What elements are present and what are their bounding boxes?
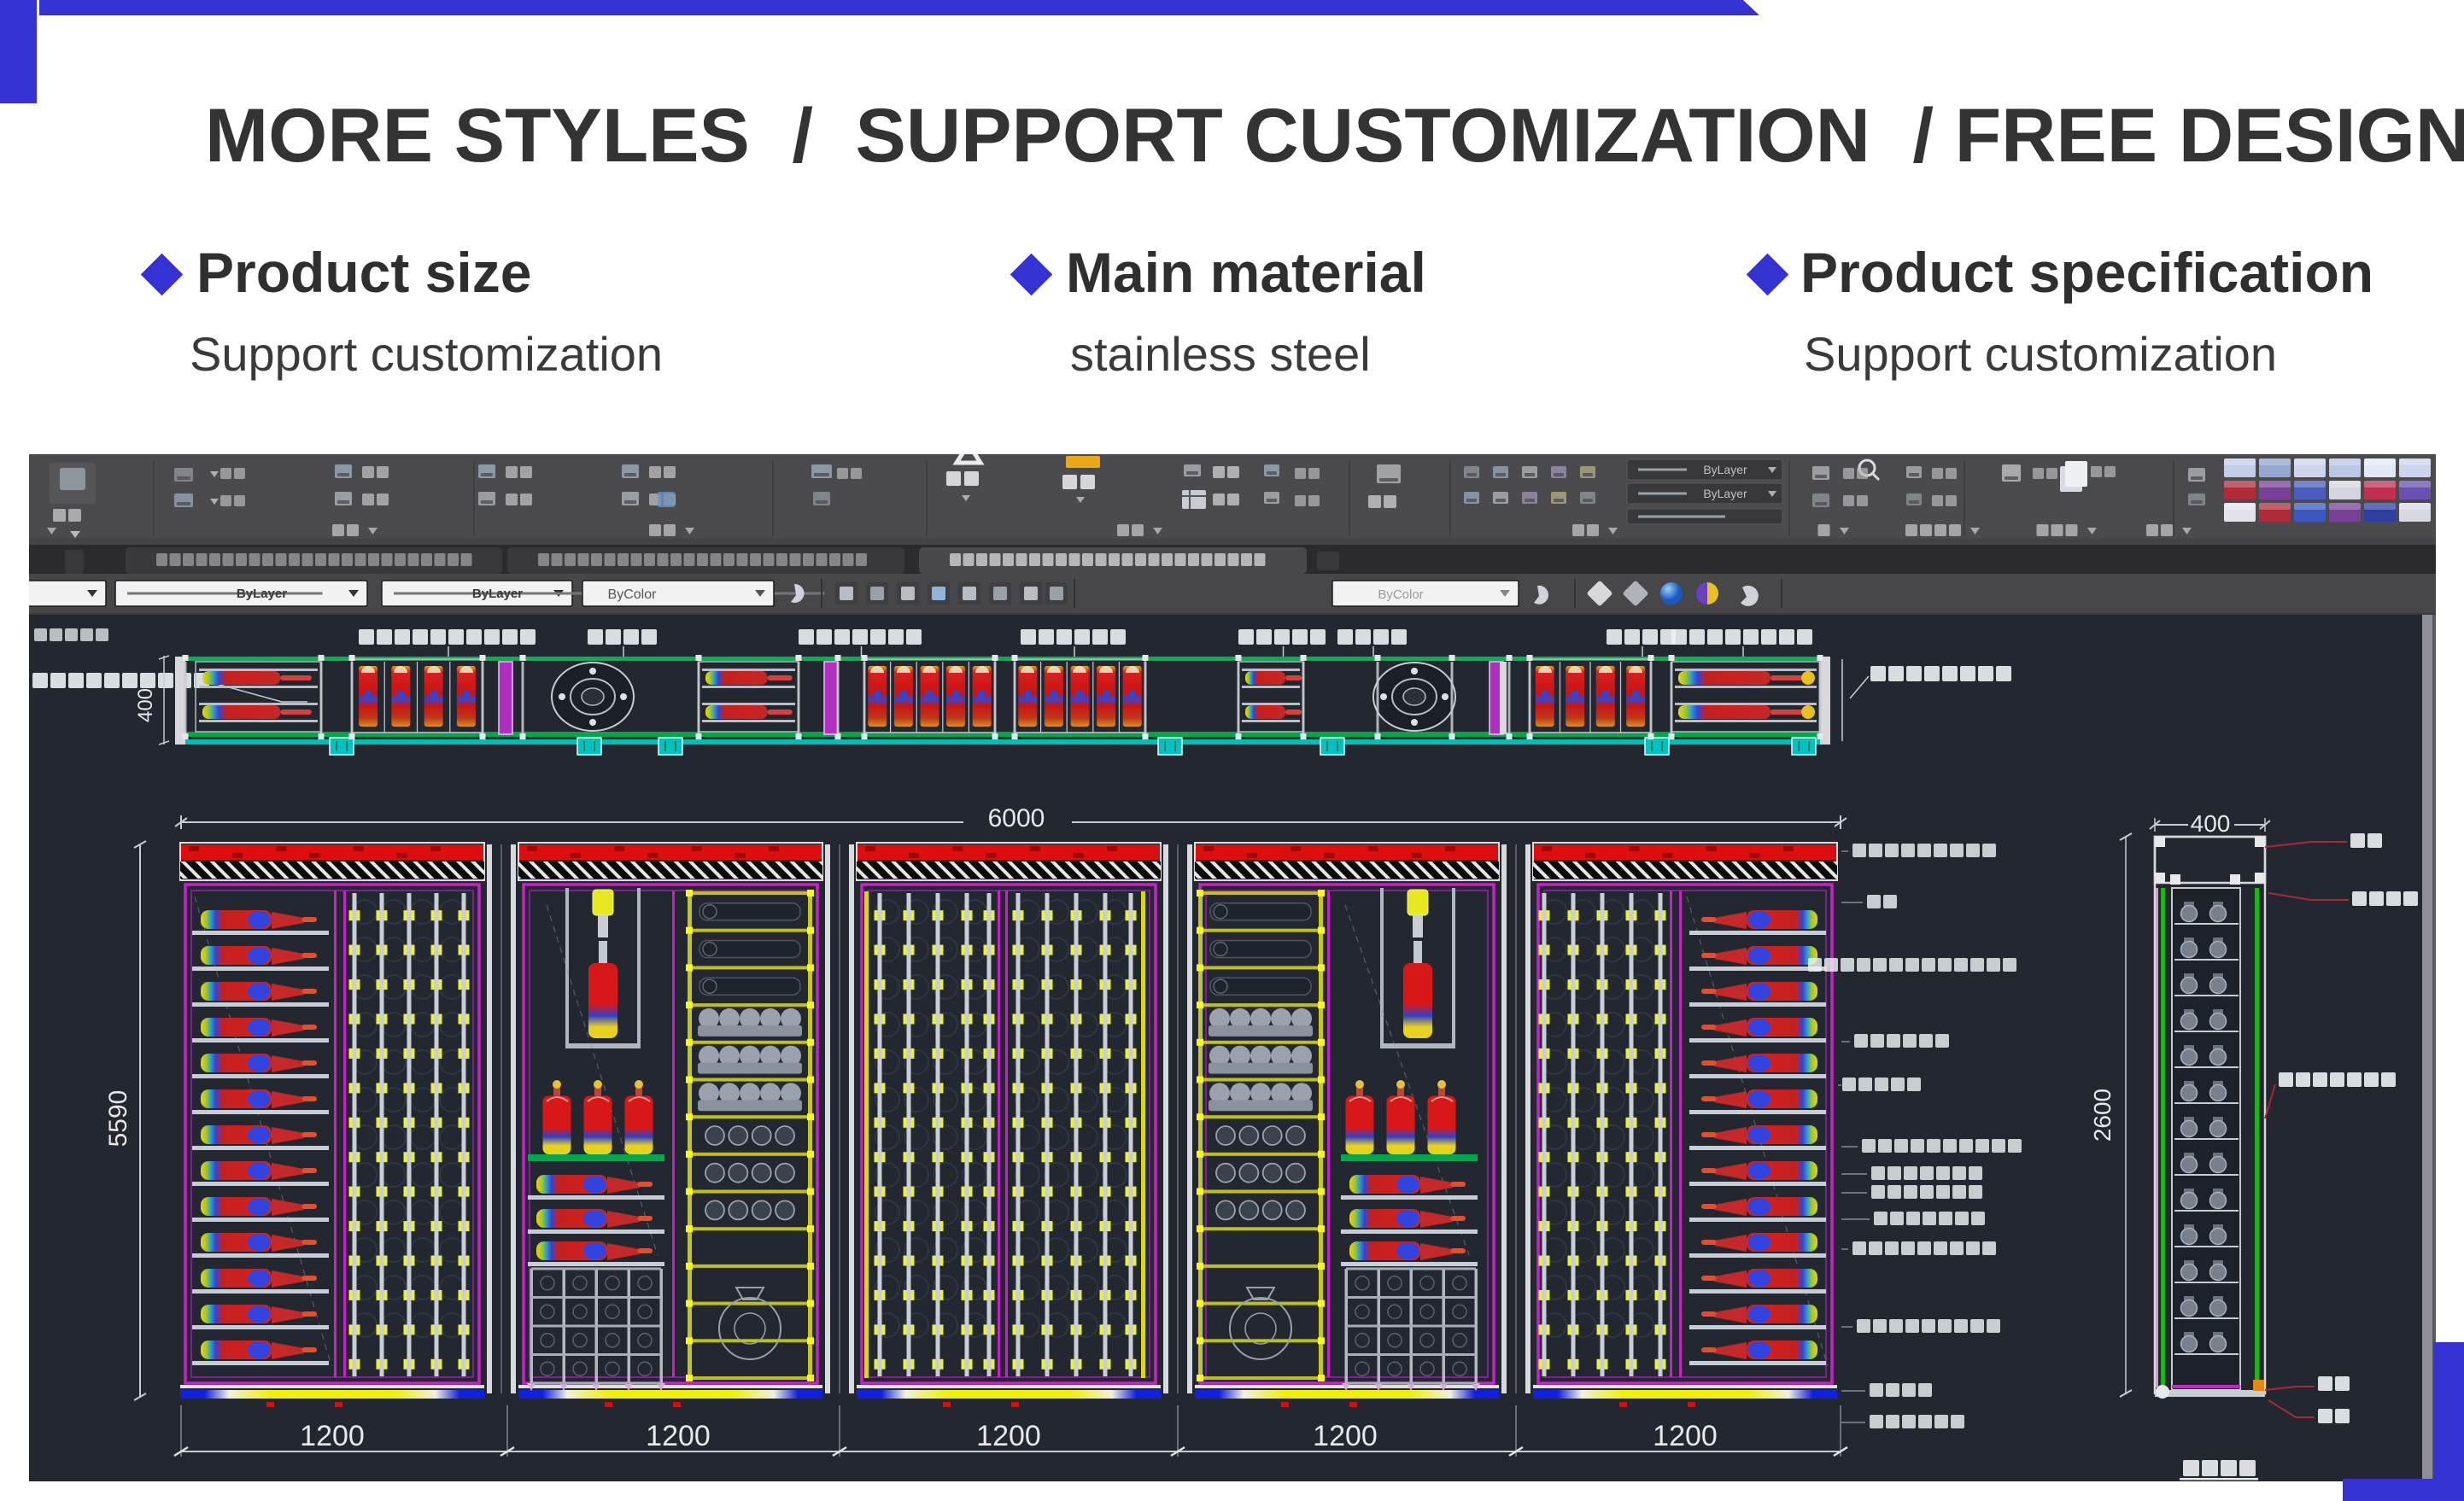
svg-text:400: 400 bbox=[134, 688, 157, 722]
svg-text:ByLayer: ByLayer bbox=[1703, 463, 1747, 476]
svg-text:1200: 1200 bbox=[1653, 1420, 1718, 1452]
svg-text:1200: 1200 bbox=[300, 1420, 365, 1452]
svg-text:6000: 6000 bbox=[988, 804, 1045, 832]
svg-text:ByLayer: ByLayer bbox=[1703, 487, 1747, 500]
svg-text:1200: 1200 bbox=[1313, 1420, 1378, 1452]
svg-text:5590: 5590 bbox=[104, 1090, 132, 1148]
svg-text:ByColor: ByColor bbox=[608, 587, 658, 602]
svg-text:ByColor: ByColor bbox=[1378, 587, 1423, 602]
svg-text:1200: 1200 bbox=[976, 1420, 1041, 1452]
svg-text:1200: 1200 bbox=[646, 1420, 711, 1452]
svg-text:ByLayer: ByLayer bbox=[472, 587, 523, 601]
svg-text:2600: 2600 bbox=[2089, 1089, 2116, 1142]
svg-text:ByLayer: ByLayer bbox=[237, 587, 287, 601]
svg-text:400: 400 bbox=[2191, 810, 2231, 837]
